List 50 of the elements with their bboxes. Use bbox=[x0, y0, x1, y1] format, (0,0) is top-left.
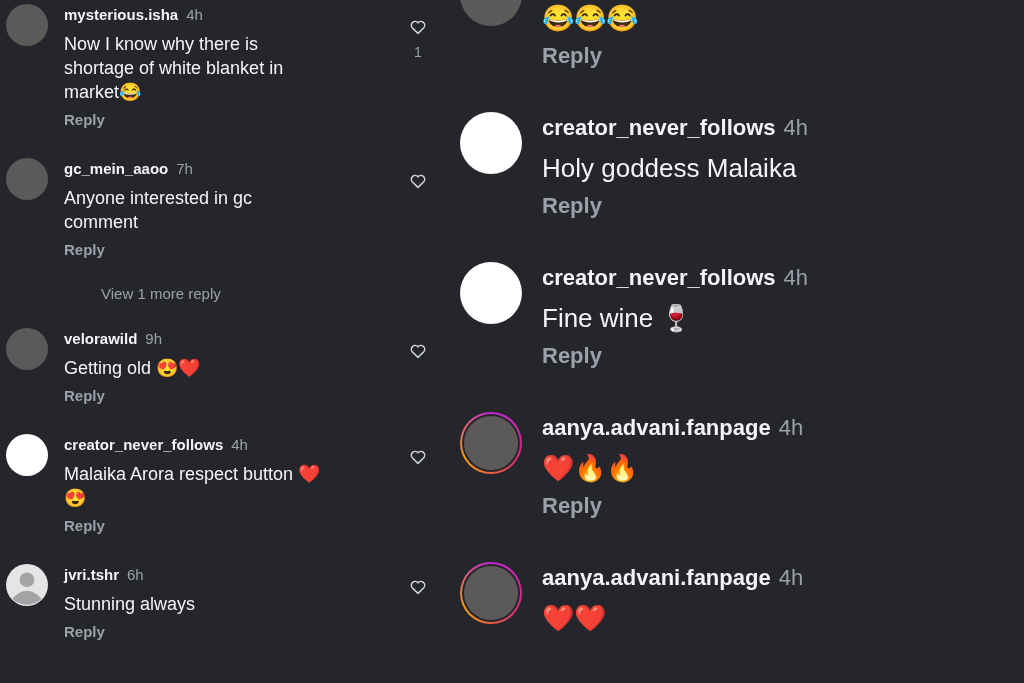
comment-text: ❤❤ bbox=[542, 602, 607, 635]
reply-link[interactable]: Reply bbox=[64, 387, 105, 404]
photo-placeholder bbox=[6, 328, 48, 370]
username[interactable]: jvri.tshr bbox=[64, 564, 120, 586]
reply-link[interactable]: Reply bbox=[542, 43, 602, 68]
username[interactable]: aanya.advani.fanpage bbox=[542, 412, 771, 444]
comment-text: Stunning always bbox=[64, 593, 197, 616]
timestamp: 4h bbox=[778, 414, 804, 442]
comment-text: ❤🔥🔥 bbox=[542, 452, 639, 485]
photo-placeholder bbox=[464, 416, 518, 470]
heart-icon[interactable] bbox=[409, 578, 427, 596]
heart-icon[interactable] bbox=[409, 342, 427, 360]
heart-icon[interactable] bbox=[409, 172, 427, 190]
timestamp: 9h bbox=[145, 329, 163, 349]
reply-link[interactable]: Reply bbox=[542, 343, 602, 368]
heart-icon[interactable] bbox=[409, 448, 427, 466]
username[interactable]: creator_never_follows bbox=[542, 262, 776, 294]
user-silhouette-icon bbox=[6, 564, 48, 606]
view-more-replies-link[interactable]: View 1 more reply bbox=[101, 285, 221, 302]
reply-link[interactable]: Reply bbox=[64, 241, 105, 258]
comment-text: Fine wine 🍷 bbox=[542, 302, 694, 335]
reply-link[interactable]: Reply bbox=[64, 111, 105, 128]
photo-placeholder bbox=[6, 158, 48, 200]
timestamp: 4h bbox=[231, 435, 248, 455]
comment-text: Holy goddess Malaika bbox=[542, 152, 798, 185]
comment-text: Anyone interested in gc comment bbox=[64, 187, 254, 234]
comment-text: Now I know why there is shortage of white blanket in market😂 bbox=[64, 33, 285, 104]
username[interactable]: aanya.advani.fanpage bbox=[542, 562, 771, 594]
timestamp: 4h bbox=[783, 114, 809, 142]
comment-text: Malaika Arora respect button ❤ 😍 bbox=[64, 463, 322, 510]
comment-text: Getting old 😍❤ bbox=[64, 357, 202, 380]
heart-icon[interactable] bbox=[409, 18, 427, 36]
timestamp: 4h bbox=[186, 5, 203, 25]
username[interactable]: gc_mein_aaoo bbox=[64, 158, 169, 180]
photo-placeholder bbox=[6, 4, 48, 46]
timestamp: 7h bbox=[176, 159, 193, 179]
timestamp: 4h bbox=[783, 264, 809, 292]
username[interactable]: creator_never_follows bbox=[64, 434, 224, 456]
comment-text: 😂😂😂 bbox=[542, 2, 639, 35]
username[interactable]: mysterious.isha bbox=[64, 4, 179, 26]
photo-placeholder bbox=[464, 566, 518, 620]
like-count: 1 bbox=[414, 44, 422, 60]
timestamp: 4h bbox=[778, 564, 804, 592]
username[interactable]: velorawild bbox=[64, 328, 138, 350]
username[interactable]: creator_never_follows bbox=[542, 112, 776, 144]
reply-link[interactable]: Reply bbox=[64, 517, 105, 534]
reply-link[interactable]: Reply bbox=[542, 493, 602, 518]
reply-link[interactable]: Reply bbox=[542, 193, 602, 218]
reply-link[interactable]: Reply bbox=[64, 623, 105, 640]
timestamp: 6h bbox=[127, 565, 144, 585]
